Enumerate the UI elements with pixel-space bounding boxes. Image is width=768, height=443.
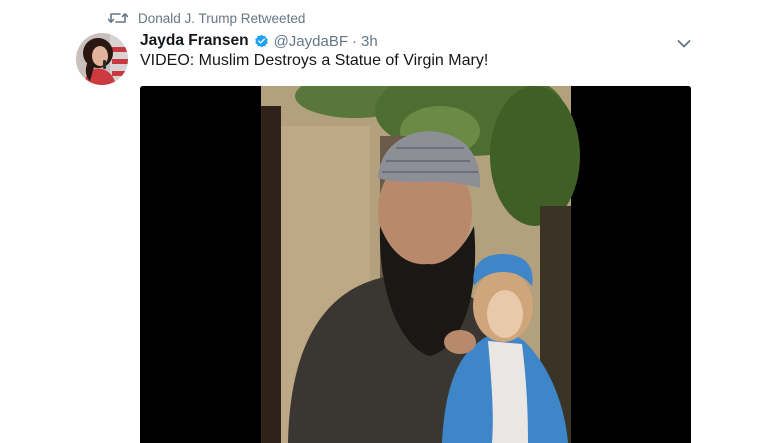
retweet-icon [108, 10, 128, 26]
tweet-text: VIDEO: Muslim Destroys a Statue of Virgi… [140, 52, 489, 69]
retweeted-by-link[interactable]: Donald J. Trump Retweeted [138, 11, 305, 26]
screen-name[interactable]: @JaydaBF [274, 33, 348, 50]
avatar[interactable] [76, 33, 128, 85]
chevron-down-icon[interactable] [677, 36, 691, 48]
video-player[interactable] [140, 86, 691, 443]
retweet-context: Donald J. Trump Retweeted [108, 9, 305, 27]
header-separator: · [351, 32, 357, 50]
timestamp[interactable]: 3h [361, 33, 378, 50]
display-name[interactable]: Jayda Fransen [140, 32, 249, 50]
tweet-header: Jayda Fransen @JaydaBF · 3h [140, 31, 378, 51]
tweet-card: Donald J. Trump Retweeted Jayda Fransen … [0, 0, 768, 443]
video-frame [261, 86, 580, 443]
verified-badge-icon [254, 34, 269, 49]
